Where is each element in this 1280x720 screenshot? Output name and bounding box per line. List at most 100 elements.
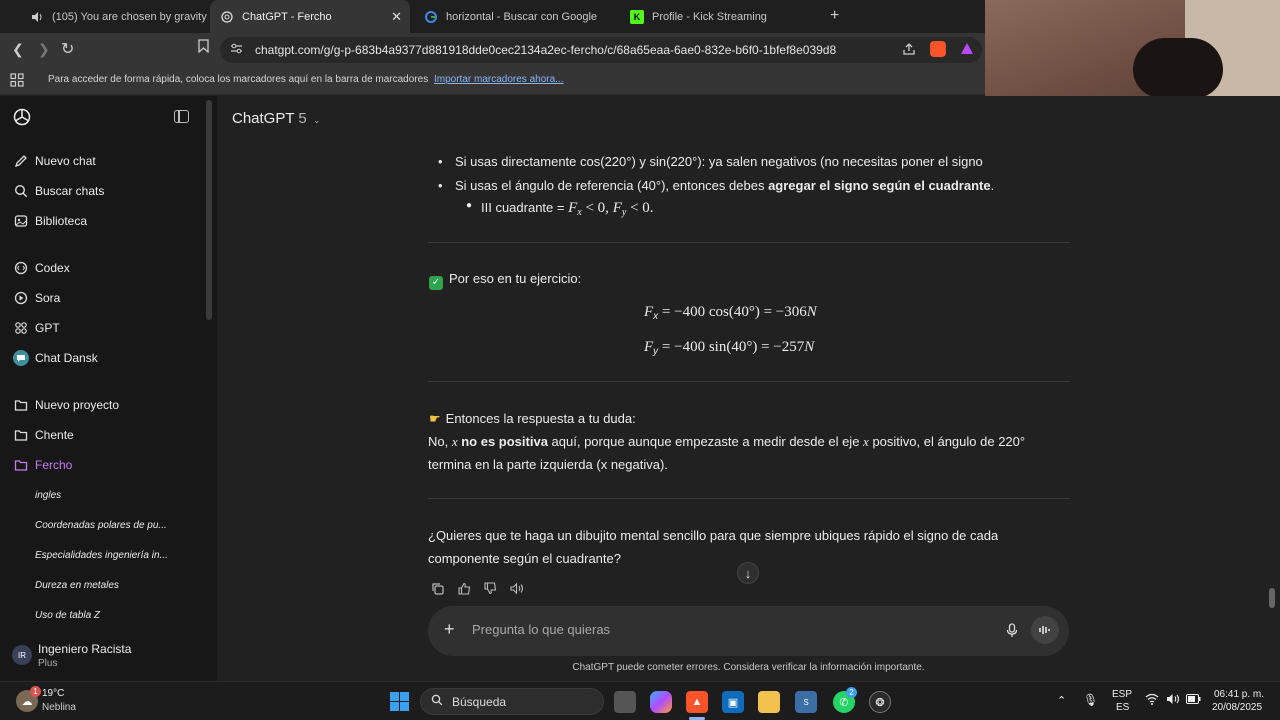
read-aloud-icon[interactable] [509,580,525,596]
sidebar-item-chente[interactable]: Chente [0,421,205,449]
microphone-icon[interactable] [1002,620,1022,640]
apps-grid-icon[interactable] [10,73,24,90]
divider [428,242,1069,243]
followup-line-1: ¿Quieres que te haga un dibujito mental … [428,528,999,543]
scroll-down-button[interactable]: ↓ [737,562,759,584]
section-heading-exercise: ✓ Por eso en tu ejercicio: [429,271,581,290]
voice-mode-button[interactable] [1031,616,1059,644]
tab-google[interactable]: horizontal - Buscar con Google [414,0,614,33]
tab-youtube[interactable]: (105) You are chosen by gravity [20,0,210,33]
section-heading-answer: ☛ Entonces la respuesta a tu duda: [429,411,636,426]
pointing-hand-icon: ☛ [429,411,441,426]
user-profile[interactable]: IR Ingeniero Racista Plus [0,631,217,681]
sidebar-chat-item[interactable]: Coordenadas polares de pu... [0,511,205,539]
sidebar-item-fercho[interactable]: Fercho [0,451,205,479]
chatgpt-icon [220,10,234,24]
new-tab-plus-icon[interactable]: + [830,7,839,25]
close-tab-icon[interactable]: ✕ [391,9,402,25]
bookmark-icon[interactable] [198,39,209,56]
kick-icon: K [630,9,644,24]
chatgpt-app-icon[interactable]: ❂ [869,691,891,713]
forward-arrow-icon[interactable]: ❯ [38,41,50,58]
sidebar-item-nuevo-chat[interactable]: Nuevo chat [0,147,205,175]
bullet-direct-angle: Si usas directamente cos(220°) y sin(220… [438,154,983,169]
wifi-icon[interactable] [1145,693,1159,708]
thumbs-down-icon[interactable] [482,580,498,596]
share-icon[interactable] [902,42,916,61]
folder-icon [13,457,29,473]
sidebar-chat-item[interactable]: Uso de tabla Z [0,601,205,629]
url-text: chatgpt.com/g/g-p-683b4a9377d881918dde0c… [255,43,837,57]
tab-chatgpt[interactable]: ChatGPT - Fercho ✕ [210,0,410,33]
sidebar-item-buscar-chats[interactable]: Buscar chats [0,177,205,205]
sora-icon [13,290,29,306]
sidebar-item-chat-dansk[interactable]: Chat Dansk [0,344,205,372]
chatgpt-logo-icon[interactable] [13,108,31,126]
brave-rewards-icon[interactable] [960,42,974,60]
sidebar-item-sora[interactable]: Sora [0,284,205,312]
user-plan: Plus [38,658,58,669]
sidebar-scrollbar[interactable] [206,100,212,320]
weather-condition: Neblina [42,702,76,713]
tab-title: ChatGPT - Fercho [242,10,332,23]
equation-fy: Fy = −400 sin(40°) = −257N [644,339,815,357]
user-name: Ingeniero Racista [38,642,132,656]
sidebar-item-nuevo-proyecto[interactable]: Nuevo proyecto [0,391,205,419]
sidebar-chat-item[interactable]: Especialidades ingeniería in... [0,541,205,569]
chat-dansk-icon [13,350,29,366]
tray-chevron-up-icon[interactable]: ⌃ [1057,694,1066,707]
gpt-grid-icon [13,320,29,336]
keyboard-language[interactable]: ESP [1112,689,1132,700]
thumbs-up-icon[interactable] [456,580,472,596]
prompt-input[interactable] [472,622,992,637]
new-chat-icon [13,153,29,169]
reload-icon[interactable]: ↻ [61,39,74,59]
sidebar-item-codex[interactable]: Codex [0,254,205,282]
tab-title: horizontal - Buscar con Google [446,10,598,23]
sidebar-chat-item[interactable]: Dureza en metales [0,571,205,599]
divider [428,381,1069,382]
answer-line-2: termina en la parte izquierda (x negativ… [428,457,668,472]
tab-kick[interactable]: K Profile - Kick Streaming [620,0,820,33]
chevron-down-icon: ⌄ [312,115,321,125]
check-icon: ✓ [429,276,443,290]
google-icon [424,10,438,24]
back-arrow-icon[interactable]: ❮ [12,41,24,58]
copy-icon[interactable] [429,580,445,596]
volume-icon[interactable] [1166,693,1180,708]
bullet-reference-angle: Si usas el ángulo de referencia (40°), e… [438,178,994,193]
microphone-icon[interactable]: 🎙 [1083,693,1098,707]
sub-bullet-quadrant: ● III cuadrante = Fx < 0, Fy < 0. [466,200,654,218]
sidebar-item-biblioteca[interactable]: Biblioteca [0,207,205,235]
microsoft-store-icon[interactable]: ▣ [722,691,744,713]
clock-time[interactable]: 06:41 p. m. [1214,689,1264,700]
message-composer: + [428,606,1069,656]
start-button[interactable] [390,692,409,711]
bookmarks-bar: Para acceder de forma rápida, coloca los… [0,67,985,95]
tab-title: Profile - Kick Streaming [652,10,767,23]
attach-plus-icon[interactable]: + [444,619,455,640]
site-settings-icon[interactable] [230,42,243,58]
sidebar-chat-item[interactable]: ingles [0,481,205,509]
model-selector[interactable]: ChatGPT 5 ⌄ [232,110,320,127]
whatsapp-badge: 2 [846,687,857,698]
steam-icon[interactable]: S [795,691,817,713]
folder-plus-icon [13,397,29,413]
import-bookmarks-link[interactable]: Importar marcadores ahora... [434,74,564,85]
address-bar[interactable]: chatgpt.com/g/g-p-683b4a9377d881918dde0c… [220,37,982,63]
brave-shield-icon[interactable] [930,41,946,57]
taskbar-search[interactable]: Búsqueda [420,688,604,715]
copilot-icon[interactable] [650,691,672,713]
brave-browser-icon[interactable]: ▲ [686,691,708,713]
file-explorer-icon[interactable] [758,691,780,713]
battery-icon[interactable] [1186,694,1201,707]
main-scrollbar[interactable] [1269,588,1275,608]
tab-title: (105) You are chosen by gravity [52,10,207,23]
sidebar-toggle-icon[interactable] [174,110,189,123]
sidebar-item-gpt[interactable]: GPT [0,314,205,342]
windows-taskbar: ☁ 1 19°C Neblina Búsqueda ▲ ▣ S ✆ 2 ❂ ⌃ … [0,681,1280,720]
bookmarks-hint: Para acceder de forma rápida, coloca los… [48,74,564,85]
task-view-icon[interactable] [614,691,636,713]
avatar: IR [12,645,32,665]
browser-tab-strip: (105) You are chosen by gravity ChatGPT … [0,0,985,33]
